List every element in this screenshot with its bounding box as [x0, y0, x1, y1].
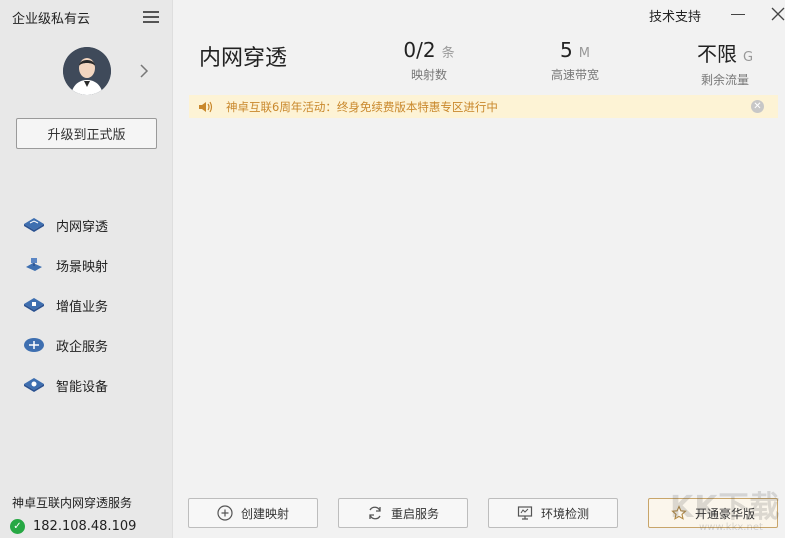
notice-text[interactable]: 神卓互联6周年活动：终身免续费版本特惠专区进行中 [226, 99, 498, 115]
enterprise-service-icon [22, 335, 46, 355]
sidebar-item-label: 智能设备 [56, 379, 109, 395]
sidebar-item-network-penetration[interactable]: 内网穿透 [0, 205, 173, 245]
upgrade-button[interactable]: 升级到正式版 [16, 118, 157, 149]
service-title: 神卓互联内网穿透服务 [12, 496, 133, 510]
stat-value: 不限 [696, 42, 737, 66]
stat-value: 5 [560, 38, 573, 62]
stat-value: 0/2 [403, 38, 436, 62]
notice-close-icon[interactable]: ✕ [751, 100, 764, 113]
service-status: ✓ 182.108.48.109 [10, 519, 136, 534]
create-mapping-button[interactable]: 创建映射 [188, 498, 318, 528]
brand-title: 企业级私有云 [12, 12, 91, 27]
tech-support-link[interactable]: 技术支持 [649, 6, 701, 25]
stat-label: 映射数 [410, 68, 447, 82]
watermark: KK下载 [670, 490, 781, 525]
stat-unit: G [742, 50, 754, 65]
sidebar-item-label: 内网穿透 [56, 219, 109, 235]
sidebar-item-label: 场景映射 [56, 259, 109, 275]
stat-bandwidth: 5M 高速带宽 [535, 38, 615, 83]
plus-circle-icon [217, 505, 233, 521]
value-added-icon [22, 295, 46, 315]
monitor-check-icon [517, 505, 533, 521]
restart-service-button[interactable]: 重启服务 [338, 498, 468, 528]
sidebar-nav: 内网穿透 场景映射 增值业务 政企服务 智能设备 [0, 205, 173, 405]
stat-label: 高速带宽 [550, 68, 599, 82]
check-circle-icon: ✓ [10, 519, 25, 534]
main-panel: 技术支持 内网穿透 0/2 条 映射数 5M 高速带宽 不限 G 剩余流量 神卓互联… [173, 0, 785, 538]
stat-unit: M [578, 46, 590, 61]
minimize-icon[interactable] [731, 14, 745, 15]
smart-device-icon [22, 375, 46, 395]
environment-check-button[interactable]: 环境检测 [488, 498, 618, 528]
app-window: 企业级私有云 升级到正式版 内网穿透 场景映射 增值业务 政企服务 智能设备 神… [0, 0, 785, 538]
sidebar-item-label: 增值业务 [56, 299, 109, 315]
sidebar: 企业级私有云 升级到正式版 内网穿透 场景映射 增值业务 政企服务 智能设备 神… [0, 0, 173, 538]
close-icon[interactable] [770, 6, 785, 22]
button-label: 创建映射 [240, 506, 289, 521]
notice-banner: 神卓互联6周年活动：终身免续费版本特惠专区进行中 ✕ [189, 95, 778, 118]
page-title: 内网穿透 [199, 46, 288, 71]
refresh-icon [367, 505, 383, 521]
sidebar-item-scene-mapping[interactable]: 场景映射 [0, 245, 173, 285]
stat-traffic: 不限 G 剩余流量 [685, 38, 765, 88]
sidebar-item-smart-device[interactable]: 智能设备 [0, 365, 173, 405]
avatar[interactable] [63, 47, 111, 95]
stat-mappings: 0/2 条 映射数 [389, 38, 469, 83]
button-label: 重启服务 [390, 506, 439, 521]
speaker-icon [199, 101, 213, 112]
hamburger-menu-icon[interactable] [143, 9, 159, 23]
button-label: 环境检测 [540, 506, 589, 521]
sidebar-item-enterprise-service[interactable]: 政企服务 [0, 325, 173, 365]
scene-mapping-icon [22, 255, 46, 275]
network-penetration-icon [22, 215, 46, 235]
stat-unit: 条 [441, 46, 455, 61]
watermark-url: www.kkx.net [699, 522, 763, 533]
sidebar-item-label: 政企服务 [56, 339, 109, 355]
chevron-right-icon[interactable] [139, 63, 149, 79]
stat-label: 剩余流量 [700, 73, 749, 87]
sidebar-item-value-added[interactable]: 增值业务 [0, 285, 173, 325]
service-ip: 182.108.48.109 [33, 519, 137, 534]
